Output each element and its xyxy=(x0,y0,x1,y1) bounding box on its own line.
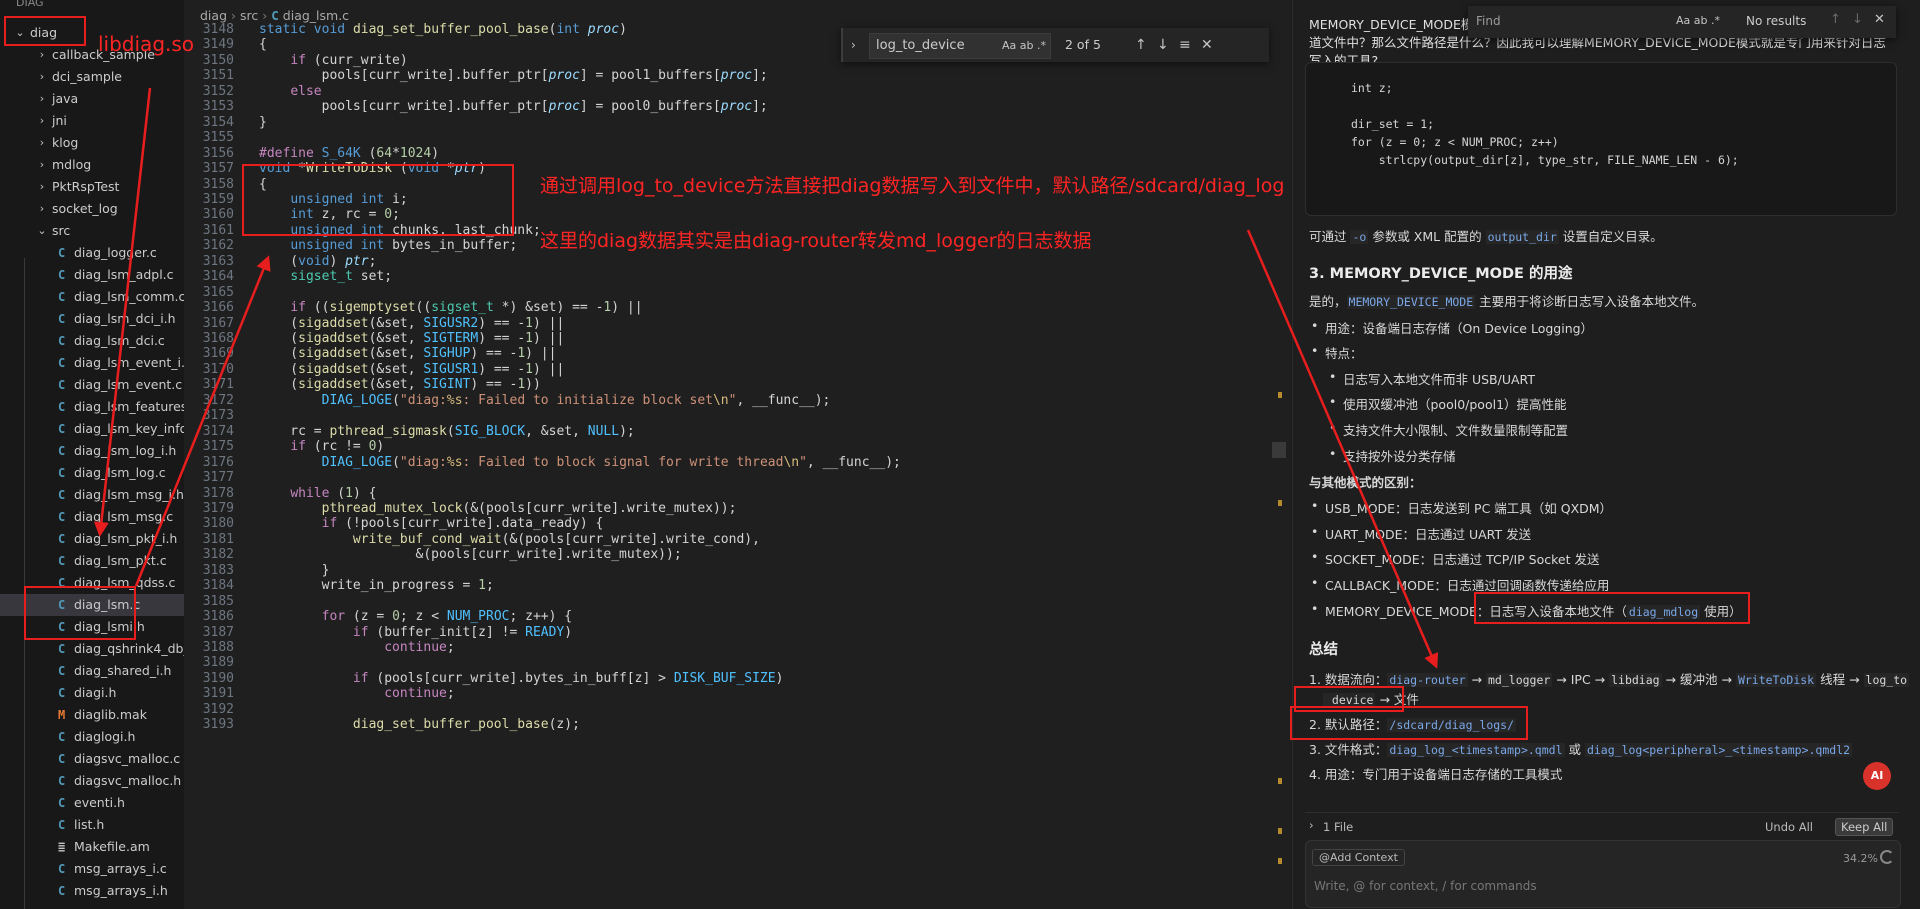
arrow-libdiag xyxy=(93,87,152,537)
arrow-to-summary xyxy=(1246,229,1439,669)
annotation-arrows xyxy=(93,87,1439,669)
arrow-to-writetodisk xyxy=(134,255,271,587)
